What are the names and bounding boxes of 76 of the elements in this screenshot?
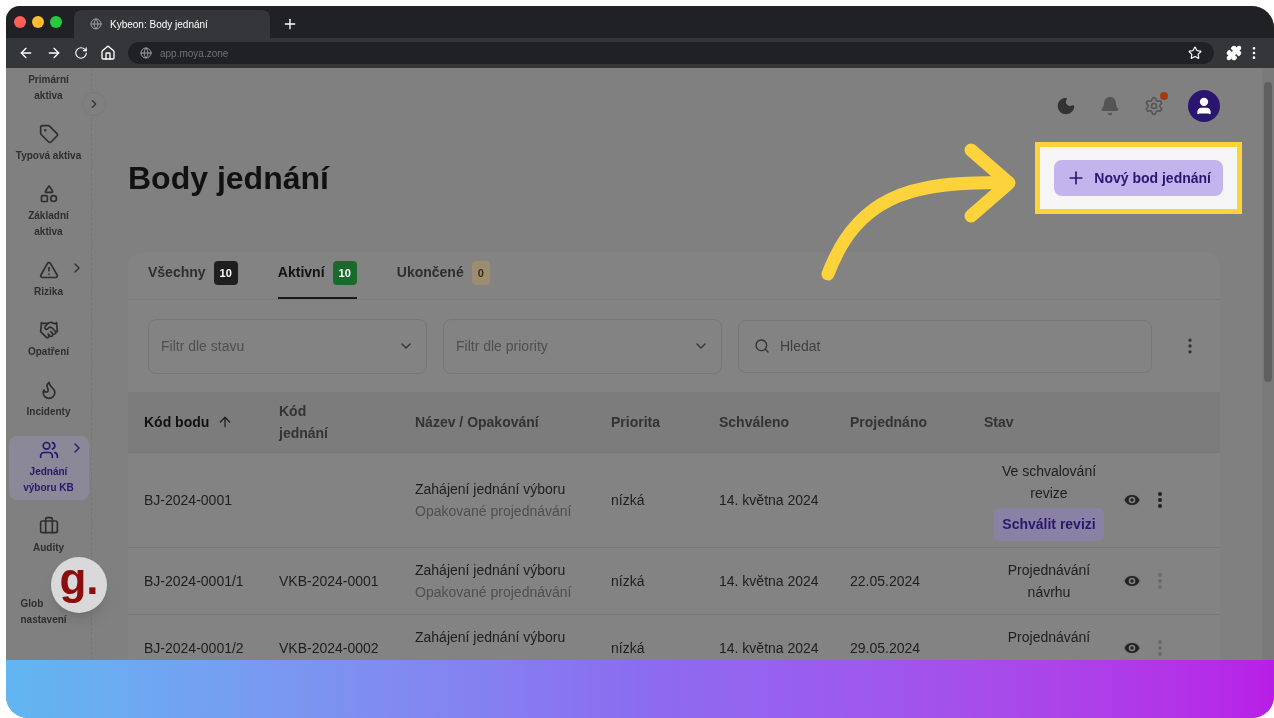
row-menu-icon[interactable]: [1158, 492, 1162, 508]
table-cell-text: 14. května 2024: [719, 571, 820, 591]
sidebar-label[interactable]: Základní: [28, 208, 69, 224]
people-icon: [38, 440, 59, 460]
column-header[interactable]: Kód bodu: [144, 411, 210, 433]
home-icon[interactable]: [100, 45, 116, 61]
reload-icon[interactable]: [74, 46, 88, 60]
sidebar-label[interactable]: Typová aktiva: [15, 148, 82, 164]
sidebar-label[interactable]: Glob: [20, 596, 44, 612]
table-cell-text: 29.05.2024: [850, 638, 922, 658]
briefcase-icon: [38, 516, 59, 536]
tab-title: Kybeon: Body jednání: [110, 17, 208, 32]
sidebar-label: výboru KB: [23, 481, 74, 495]
column-header[interactable]: Schváleno: [719, 411, 790, 433]
handshake-icon: [38, 320, 59, 340]
status-text: Ve schvalování revize: [1000, 461, 1098, 503]
avatar[interactable]: [1188, 90, 1220, 122]
star-icon[interactable]: [1188, 46, 1202, 60]
tag-icon: [38, 124, 59, 144]
count-badge: 10: [332, 260, 357, 285]
item-title: Zahájení jednání výboru: [415, 561, 567, 580]
table-cell-text: VKB-2024-0002: [279, 638, 380, 658]
forward-icon[interactable]: [46, 45, 62, 61]
table-cell-text: BJ-2024-0001: [144, 490, 233, 510]
column-header[interactable]: Stav: [984, 411, 1014, 433]
browser-tab[interactable]: Kybeon: Body jednání: [74, 10, 270, 38]
logo-badge[interactable]: g.: [51, 557, 107, 613]
address-bar[interactable]: app.moya.zone: [128, 42, 1214, 64]
approve-revision-button[interactable]: Schválit revizi: [994, 507, 1104, 541]
sidebar-label[interactable]: Incidenty: [26, 404, 71, 420]
table-cell-text: 22.05.2024: [850, 571, 922, 591]
table-cell-text: 14. května 2024: [719, 638, 820, 658]
user-icon: [1194, 96, 1214, 116]
table-cell-text: nízká: [611, 571, 646, 591]
url-text: app.moya.zone: [160, 46, 230, 61]
count-badge: 0: [471, 260, 490, 285]
table-cell-text: VKB-2024-0001: [279, 571, 380, 591]
item-title: Zahájení jednání výboru: [415, 628, 567, 647]
page-title: Body jednání: [128, 159, 329, 198]
shapes-icon: [38, 184, 59, 204]
table-cell-text: nízká: [611, 638, 646, 658]
column-header[interactable]: Priorita: [611, 411, 660, 433]
sidebar-item[interactable]: Jednání výboru KB: [8, 436, 89, 500]
sidebar-label[interactable]: Primární: [28, 72, 69, 88]
globe-icon: [90, 18, 102, 30]
sidebar-label[interactable]: Audity: [32, 540, 65, 556]
column-header[interactable]: Projednáno: [850, 411, 927, 433]
item-title: Zahájení jednání výboru: [415, 480, 567, 499]
status-text: Projednávání: [1006, 628, 1092, 647]
globe-icon: [140, 47, 152, 59]
search-field[interactable]: Hledat: [738, 319, 1152, 373]
filter-tab[interactable]: Všechny 10: [148, 260, 238, 299]
extensions-icon[interactable]: [1226, 45, 1242, 61]
sidebar-label[interactable]: aktiva: [34, 224, 63, 240]
sidebar-label[interactable]: Opatření: [27, 344, 70, 360]
sidebar-label: Jednání: [29, 465, 68, 479]
table-cell-text: nízká: [611, 490, 646, 510]
back-icon[interactable]: [18, 45, 34, 61]
moon-icon[interactable]: [1056, 96, 1076, 116]
table-cell-text: BJ-2024-0001/2: [144, 638, 245, 658]
column-header[interactable]: Název / Opakování: [415, 411, 539, 433]
new-item-button[interactable]: Nový bod jednání: [1054, 160, 1223, 196]
count-badge: 10: [213, 260, 238, 285]
table-cell-text: 14. května 2024: [719, 490, 820, 510]
search-icon: [754, 337, 770, 354]
new-tab-icon[interactable]: [282, 16, 298, 32]
column-header[interactable]: Kód jednání: [279, 400, 329, 444]
sidebar-label[interactable]: nastavení: [20, 612, 67, 628]
table-cell-text: BJ-2024-0001/1: [144, 571, 245, 591]
status-text: Projednávání návrhu: [1006, 561, 1092, 602]
sidebar-toggle[interactable]: [82, 92, 106, 116]
sidebar-label[interactable]: aktiva: [34, 88, 63, 104]
filter-tab[interactable]: Aktivní 10: [277, 260, 357, 299]
warning-icon: [38, 260, 59, 280]
sidebar-label[interactable]: Rizika: [34, 284, 63, 300]
filter-tab[interactable]: Ukončené 0: [396, 260, 490, 299]
